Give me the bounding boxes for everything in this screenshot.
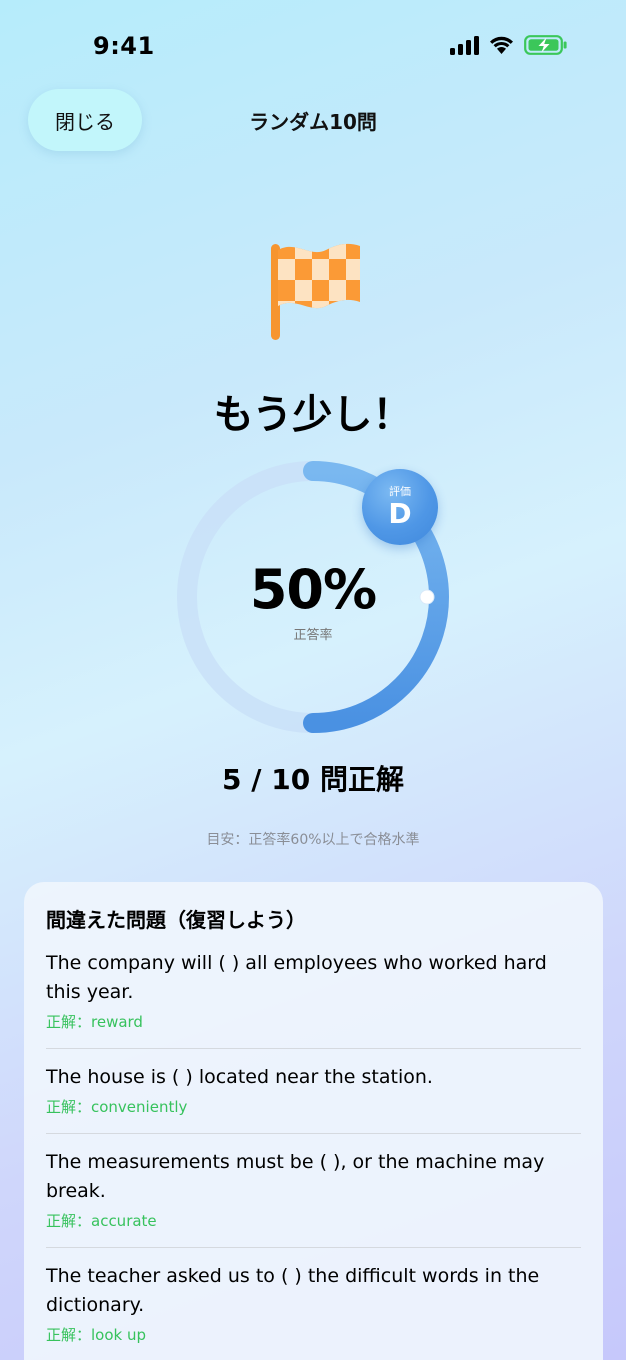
answer-text: 正解：accurate bbox=[46, 1212, 157, 1230]
review-item[interactable]: The house is ( ) located near the statio… bbox=[46, 1063, 581, 1134]
status-time: 9:41 bbox=[93, 32, 155, 60]
result-title: もう少し！ bbox=[213, 392, 413, 438]
checkered-flag-icon bbox=[271, 243, 360, 340]
review-item[interactable]: The measurements must be ( ), or the mac… bbox=[46, 1148, 581, 1248]
review-item[interactable]: The teacher asked us to ( ) the difficul… bbox=[46, 1262, 581, 1360]
accuracy-label: 正答率 bbox=[293, 628, 333, 643]
battery-charging-icon bbox=[524, 35, 567, 55]
review-title: 間違えた問題（復習しよう） bbox=[46, 908, 306, 932]
guideline-text: 目安：正答率60%以上で合格水準 bbox=[206, 832, 420, 848]
answer-text: 正解：reward bbox=[46, 1013, 143, 1031]
review-item[interactable]: The company will ( ) all employees who w… bbox=[46, 949, 581, 1049]
status-icons bbox=[450, 34, 568, 56]
grade-value: D bbox=[388, 497, 412, 530]
answer-text: 正解：conveniently bbox=[46, 1098, 188, 1116]
accuracy-percent: 50% bbox=[249, 558, 377, 621]
question-text: The teacher asked us to ( ) the difficul… bbox=[46, 1265, 540, 1316]
cellular-signal-icon bbox=[450, 35, 479, 55]
grade-badge: 評価 D bbox=[362, 469, 438, 545]
question-text: The company will ( ) all employees who w… bbox=[46, 952, 547, 1003]
status-bar: 9:41 bbox=[0, 0, 626, 92]
wifi-icon bbox=[490, 36, 513, 54]
review-card: 間違えた問題（復習しよう） The company will ( ) all e… bbox=[24, 882, 603, 1360]
answer-text: 正解：look up bbox=[46, 1326, 147, 1344]
page-title: ランダム10問 bbox=[249, 110, 377, 134]
question-text: The house is ( ) located near the statio… bbox=[46, 1066, 433, 1088]
score-text: 5 / 10 問正解 bbox=[222, 763, 404, 796]
question-text: The measurements must be ( ), or the mac… bbox=[46, 1151, 545, 1202]
